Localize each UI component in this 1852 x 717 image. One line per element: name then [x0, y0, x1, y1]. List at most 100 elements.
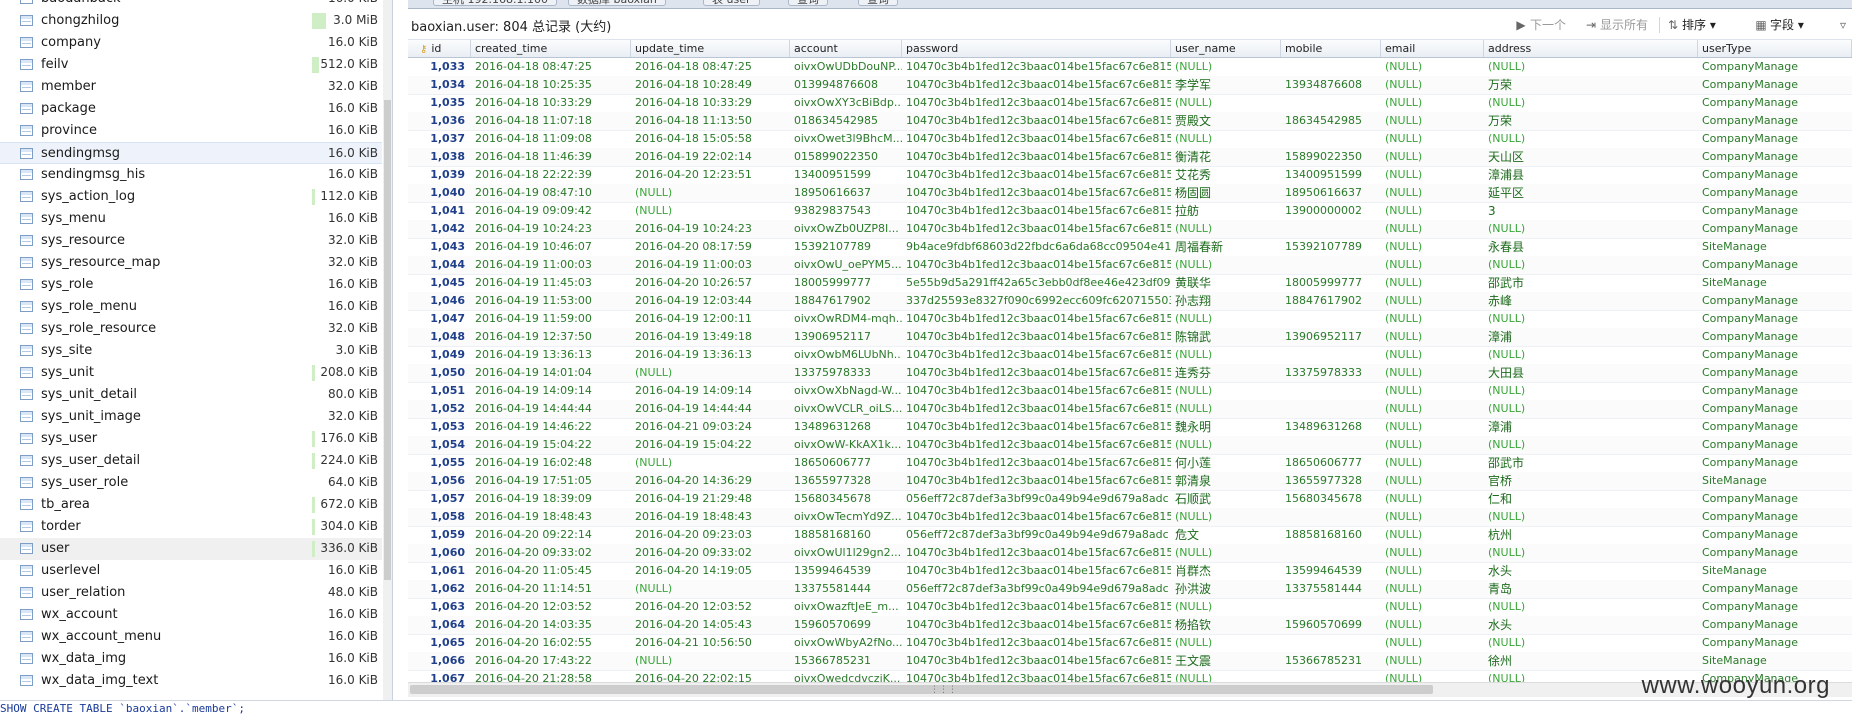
cell-address[interactable]: 水头: [1484, 562, 1698, 580]
cell-userType[interactable]: SiteManage: [1698, 238, 1852, 256]
cell-password[interactable]: 10470c3b4b1fed12c3baac014be15fac67c6e815: [902, 472, 1171, 490]
table-row[interactable]: 1,043 2016-04-19 10:46:07 2016-04-20 08:17…: [408, 238, 1852, 257]
cell-account[interactable]: 15392107789: [790, 238, 902, 256]
cell-user-name[interactable]: (NULL): [1171, 130, 1281, 148]
table-row[interactable]: 1,061 2016-04-20 11:05:45 2016-04-20 14:19…: [408, 562, 1852, 581]
cell-created-time[interactable]: 2016-04-19 14:46:22: [471, 418, 631, 436]
cell-update-time[interactable]: 2016-04-19 13:49:18: [631, 328, 790, 346]
cell-password[interactable]: 10470c3b4b1fed12c3baac014be15fac67c6e815: [902, 670, 1171, 682]
sort-button[interactable]: ⇅ 排序 ▾: [1667, 16, 1716, 33]
column-header-account[interactable]: account: [790, 40, 902, 57]
cell-update-time[interactable]: 2016-04-19 14:09:14: [631, 382, 790, 400]
cell-created-time[interactable]: 2016-04-19 10:46:07: [471, 238, 631, 256]
cell-user-name[interactable]: 陈锦武: [1171, 328, 1281, 346]
cell-account[interactable]: 18005999777: [790, 274, 902, 292]
cell-address[interactable]: 漳浦: [1484, 328, 1698, 346]
cell-password[interactable]: 056eff72c87def3a3bf99c0a49b94e9d679a8adc: [902, 580, 1171, 598]
table-item-sys-role[interactable]: sys_role 16.0 KiB: [0, 274, 382, 296]
cell-user-name[interactable]: (NULL): [1171, 634, 1281, 652]
cell-password[interactable]: 10470c3b4b1fed12c3baac014be15fac67c6e815: [902, 544, 1171, 562]
cell-id[interactable]: 1,062: [416, 580, 471, 598]
cell-password[interactable]: 10470c3b4b1fed12c3baac014be15fac67c6e815: [902, 346, 1171, 364]
table-row[interactable]: 1,049 2016-04-19 13:36:13 2016-04-19 13:36…: [408, 346, 1852, 365]
table-item-user-relation[interactable]: user_relation 48.0 KiB: [0, 582, 382, 604]
cell-mobile[interactable]: 13934876608: [1281, 76, 1381, 94]
cell-email[interactable]: (NULL): [1381, 454, 1484, 472]
cell-userType[interactable]: CompanyManage: [1698, 310, 1852, 328]
cell-mobile[interactable]: [1281, 598, 1381, 616]
cell-mobile[interactable]: 15899022350: [1281, 148, 1381, 166]
cell-password[interactable]: 10470c3b4b1fed12c3baac014be15fac67c6e815: [902, 652, 1171, 670]
cell-created-time[interactable]: 2016-04-18 08:47:25: [471, 58, 631, 76]
cell-userType[interactable]: CompanyManage: [1698, 544, 1852, 562]
table-item-sys-unit[interactable]: sys_unit 208.0 KiB: [0, 362, 382, 384]
cell-email[interactable]: (NULL): [1381, 652, 1484, 670]
table-row[interactable]: 1,047 2016-04-19 11:59:00 2016-04-19 12:00…: [408, 310, 1852, 329]
cell-address[interactable]: 邵武市: [1484, 274, 1698, 292]
cell-created-time[interactable]: 2016-04-19 11:00:03: [471, 256, 631, 274]
cell-mobile[interactable]: 15960570699: [1281, 616, 1381, 634]
table-item-user[interactable]: user 336.0 KiB: [0, 538, 382, 560]
cell-id[interactable]: 1,051: [416, 382, 471, 400]
cell-address[interactable]: (NULL): [1484, 508, 1698, 526]
cell-created-time[interactable]: 2016-04-18 11:09:08: [471, 130, 631, 148]
cell-email[interactable]: (NULL): [1381, 436, 1484, 454]
cell-password[interactable]: 10470c3b4b1fed12c3baac014be15fac67c6e815: [902, 508, 1171, 526]
cell-created-time[interactable]: 2016-04-19 13:36:13: [471, 346, 631, 364]
cell-account[interactable]: 15680345678: [790, 490, 902, 508]
cell-account[interactable]: oivxOwUl1l29gn2...: [790, 544, 902, 562]
cell-email[interactable]: (NULL): [1381, 598, 1484, 616]
cell-update-time[interactable]: 2016-04-19 14:44:44: [631, 400, 790, 418]
cell-id[interactable]: 1,047: [416, 310, 471, 328]
table-item-tb-area[interactable]: tb_area 672.0 KiB: [0, 494, 382, 516]
table-item-sys-unit-detail[interactable]: sys_unit_detail 80.0 KiB: [0, 384, 382, 406]
cell-address[interactable]: (NULL): [1484, 256, 1698, 274]
table-row[interactable]: 1,051 2016-04-19 14:09:14 2016-04-19 14:09…: [408, 382, 1852, 401]
cell-update-time[interactable]: 2016-04-19 12:03:44: [631, 292, 790, 310]
cell-address[interactable]: 万荣: [1484, 76, 1698, 94]
cell-password[interactable]: 10470c3b4b1fed12c3baac014be15fac67c6e815: [902, 328, 1171, 346]
table-item-wx-account[interactable]: wx_account 16.0 KiB: [0, 604, 382, 626]
cell-account[interactable]: 18858168160: [790, 526, 902, 544]
cell-mobile[interactable]: 13655977328: [1281, 472, 1381, 490]
cell-mobile[interactable]: 13900000002: [1281, 202, 1381, 220]
cell-user-name[interactable]: 衡清花: [1171, 148, 1281, 166]
cell-mobile[interactable]: [1281, 634, 1381, 652]
cell-user-name[interactable]: (NULL): [1171, 670, 1281, 682]
cell-update-time[interactable]: 2016-04-20 09:33:02: [631, 544, 790, 562]
table-item-sys-action-log[interactable]: sys_action_log 112.0 KiB: [0, 186, 382, 208]
cell-password[interactable]: 10470c3b4b1fed12c3baac014be15fac67c6e815: [902, 184, 1171, 202]
cell-userType[interactable]: CompanyManage: [1698, 418, 1852, 436]
cell-mobile[interactable]: 13375581444: [1281, 580, 1381, 598]
cell-mobile[interactable]: [1281, 130, 1381, 148]
table-row[interactable]: 1,062 2016-04-20 11:14:51 (NULL) 1337558144…: [408, 580, 1852, 599]
cell-user-name[interactable]: 王文震: [1171, 652, 1281, 670]
tab-0[interactable]: 主机 192.168.1.100: [433, 0, 557, 6]
cell-password[interactable]: 10470c3b4b1fed12c3baac014be15fac67c6e815: [902, 418, 1171, 436]
cell-password[interactable]: 10470c3b4b1fed12c3baac014be15fac67c6e815: [902, 454, 1171, 472]
cell-userType[interactable]: CompanyManage: [1698, 634, 1852, 652]
table-item-wx-data-img-text[interactable]: wx_data_img_text 16.0 KiB: [0, 670, 382, 692]
cell-id[interactable]: 1,052: [416, 400, 471, 418]
cell-account[interactable]: oivxOwbM6LUbNh...: [790, 346, 902, 364]
cell-mobile[interactable]: 13906952117: [1281, 328, 1381, 346]
cell-email[interactable]: (NULL): [1381, 238, 1484, 256]
cell-created-time[interactable]: 2016-04-18 10:25:35: [471, 76, 631, 94]
cell-account[interactable]: 015899022350: [790, 148, 902, 166]
cell-id[interactable]: 1,040: [416, 184, 471, 202]
cell-password[interactable]: 10470c3b4b1fed12c3baac014be15fac67c6e815: [902, 220, 1171, 238]
cell-email[interactable]: (NULL): [1381, 256, 1484, 274]
cell-account[interactable]: oivxOwU_oePYM5...: [790, 256, 902, 274]
cell-userType[interactable]: CompanyManage: [1698, 454, 1852, 472]
cell-address[interactable]: 水头: [1484, 616, 1698, 634]
cell-id[interactable]: 1,054: [416, 436, 471, 454]
cell-userType[interactable]: CompanyManage: [1698, 58, 1852, 76]
cell-mobile[interactable]: [1281, 400, 1381, 418]
cell-id[interactable]: 1,039: [416, 166, 471, 184]
cell-userType[interactable]: SiteManage: [1698, 472, 1852, 490]
cell-id[interactable]: 1,035: [416, 94, 471, 112]
cell-address[interactable]: (NULL): [1484, 346, 1698, 364]
cell-created-time[interactable]: 2016-04-20 09:22:14: [471, 526, 631, 544]
cell-account[interactable]: 13489631268: [790, 418, 902, 436]
cell-user-name[interactable]: 郭清泉: [1171, 472, 1281, 490]
